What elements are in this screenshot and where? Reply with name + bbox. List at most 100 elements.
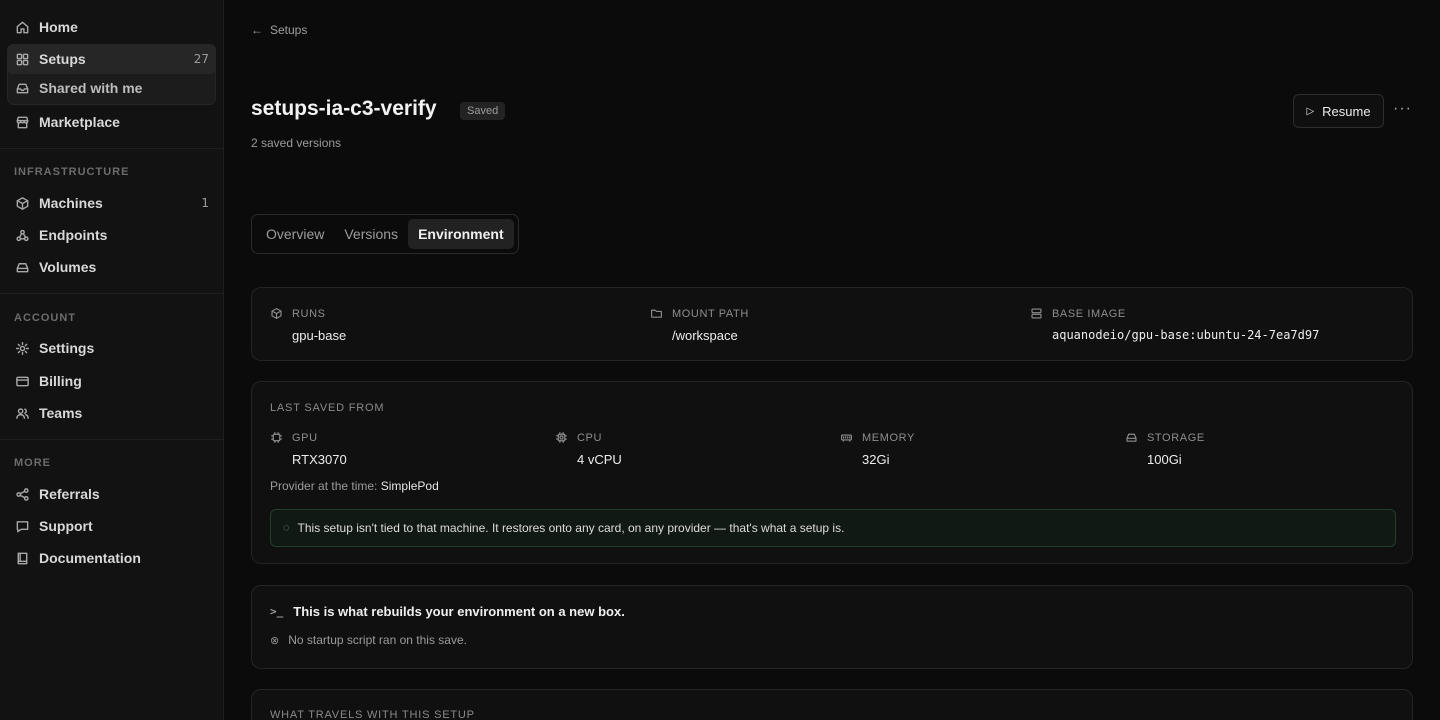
- sidebar-item-label: Machines: [39, 195, 103, 211]
- tab-overview[interactable]: Overview: [256, 219, 334, 249]
- sidebar: Home Setups 27 Shared with me Marketplac…: [0, 0, 224, 720]
- page-subtitle: 2 saved versions: [251, 136, 342, 150]
- sidebar-divider: [0, 148, 223, 149]
- gpu-label: GPU: [292, 432, 318, 444]
- provider-prefix: Provider at the time:: [270, 479, 378, 493]
- sidebar-item-machines[interactable]: Machines 1: [7, 188, 216, 218]
- note-text: This setup isn't tied to that machine. I…: [297, 521, 845, 535]
- webhook-icon: [14, 227, 30, 243]
- sidebar-item-label: Documentation: [39, 550, 141, 566]
- mount-label: MOUNT PATH: [672, 308, 749, 320]
- memory-icon: [840, 431, 854, 445]
- check-circle-icon: ◌: [283, 522, 290, 534]
- memory-cell: MEMORY 32Gi: [840, 431, 915, 467]
- tab-bar: Overview Versions Environment: [251, 214, 519, 254]
- gpu-cell: GPU RTX3070: [270, 431, 347, 467]
- sidebar-item-label: Teams: [39, 405, 83, 421]
- runs-label: RUNS: [292, 308, 326, 320]
- tab-versions[interactable]: Versions: [334, 219, 408, 249]
- grid-icon: [14, 51, 30, 67]
- play-icon: ▷: [1306, 105, 1315, 117]
- mount-cell: MOUNT PATH /workspace: [650, 307, 749, 343]
- machines-count: 1: [201, 196, 209, 210]
- startup-status: ⊗ No startup script ran on this save.: [270, 633, 467, 647]
- back-label: Setups: [270, 23, 308, 37]
- sidebar-item-label: Settings: [39, 340, 95, 356]
- gpu-value: RTX3070: [292, 452, 347, 467]
- storage-cell: STORAGE 100Gi: [1125, 431, 1205, 467]
- folder-icon: [650, 307, 664, 321]
- sidebar-item-support[interactable]: Support: [7, 511, 216, 541]
- share-icon: [14, 486, 30, 502]
- sidebar-item-shared[interactable]: Shared with me: [7, 73, 216, 103]
- drive-icon: [1125, 431, 1139, 445]
- section-infrastructure: INFRASTRUCTURE: [14, 166, 130, 178]
- sidebar-item-label: Marketplace: [39, 114, 120, 130]
- sidebar-divider: [0, 293, 223, 294]
- tab-environment[interactable]: Environment: [408, 219, 514, 249]
- sidebar-item-label: Volumes: [39, 259, 97, 275]
- users-icon: [14, 405, 30, 421]
- sidebar-item-billing[interactable]: Billing: [7, 366, 216, 396]
- setups-count: 27: [193, 52, 209, 66]
- last-saved-header: LAST SAVED FROM: [270, 402, 385, 414]
- runs-value: gpu-base: [292, 328, 347, 343]
- cpu-cell: CPU 4 vCPU: [555, 431, 622, 467]
- sidebar-item-label: Shared with me: [39, 80, 143, 96]
- sidebar-item-volumes[interactable]: Volumes: [7, 252, 216, 282]
- store-icon: [14, 114, 30, 130]
- drive-icon: [14, 259, 30, 275]
- credit-card-icon: [14, 373, 30, 389]
- travels-card: WHAT TRAVELS WITH THIS SETUP: [251, 689, 1413, 720]
- status-badge: Saved: [460, 102, 506, 120]
- last-saved-card: LAST SAVED FROM GPU RTX3070 CPU 4 vCPU M…: [251, 381, 1413, 564]
- memory-value: 32Gi: [862, 452, 890, 467]
- back-link[interactable]: ← Setups: [251, 23, 307, 37]
- memory-label: MEMORY: [862, 432, 915, 444]
- sidebar-item-label: Setups: [39, 51, 86, 67]
- startup-title-text: This is what rebuilds your environment o…: [293, 604, 625, 619]
- startup-title: >_ This is what rebuilds your environmen…: [270, 604, 625, 619]
- startup-card: >_ This is what rebuilds your environmen…: [251, 585, 1413, 669]
- sidebar-item-label: Billing: [39, 373, 82, 389]
- message-icon: [14, 518, 30, 534]
- section-account: ACCOUNT: [14, 312, 76, 324]
- sidebar-item-label: Home: [39, 19, 78, 35]
- cpu-icon: [555, 431, 569, 445]
- home-icon: [14, 19, 30, 35]
- provider-value: SimplePod: [380, 479, 439, 493]
- sidebar-item-referrals[interactable]: Referrals: [7, 479, 216, 509]
- runtime-card: RUNS gpu-base MOUNT PATH /workspace BASE…: [251, 287, 1413, 361]
- cpu-value: 4 vCPU: [577, 452, 622, 467]
- sidebar-item-settings[interactable]: Settings: [7, 333, 216, 363]
- x-circle-icon: ⊗: [270, 634, 280, 647]
- more-options-icon[interactable]: ···: [1393, 100, 1412, 118]
- travels-header: WHAT TRAVELS WITH THIS SETUP: [270, 709, 475, 720]
- arrow-left-icon: ←: [251, 23, 263, 37]
- cpu-label: CPU: [577, 432, 603, 444]
- sidebar-item-endpoints[interactable]: Endpoints: [7, 220, 216, 250]
- sidebar-divider: [0, 439, 223, 440]
- main-content: ← Setups setups-ia-c3-verify Saved 2 sav…: [224, 0, 1440, 720]
- server-icon: [1030, 307, 1044, 321]
- resume-label: Resume: [1322, 103, 1371, 119]
- chip-icon: [270, 431, 284, 445]
- gear-icon: [14, 340, 30, 356]
- sidebar-item-label: Referrals: [39, 486, 100, 502]
- sidebar-item-home[interactable]: Home: [7, 12, 216, 42]
- cube-icon: [270, 307, 284, 321]
- provider-line: Provider at the time: SimplePod: [270, 479, 439, 493]
- terminal-icon: >_: [270, 605, 284, 618]
- sidebar-item-marketplace[interactable]: Marketplace: [7, 107, 216, 137]
- section-more: MORE: [14, 457, 51, 469]
- image-label: BASE IMAGE: [1052, 308, 1126, 320]
- resume-button[interactable]: ▷ Resume: [1293, 94, 1384, 128]
- portability-note: ◌ This setup isn't tied to that machine.…: [270, 509, 1396, 547]
- sidebar-item-documentation[interactable]: Documentation: [7, 543, 216, 573]
- runs-cell: RUNS gpu-base: [270, 307, 346, 343]
- book-icon: [14, 550, 30, 566]
- sidebar-item-teams[interactable]: Teams: [7, 398, 216, 428]
- sidebar-item-setups[interactable]: Setups 27: [7, 44, 216, 74]
- cube-icon: [14, 195, 30, 211]
- storage-label: STORAGE: [1147, 432, 1205, 444]
